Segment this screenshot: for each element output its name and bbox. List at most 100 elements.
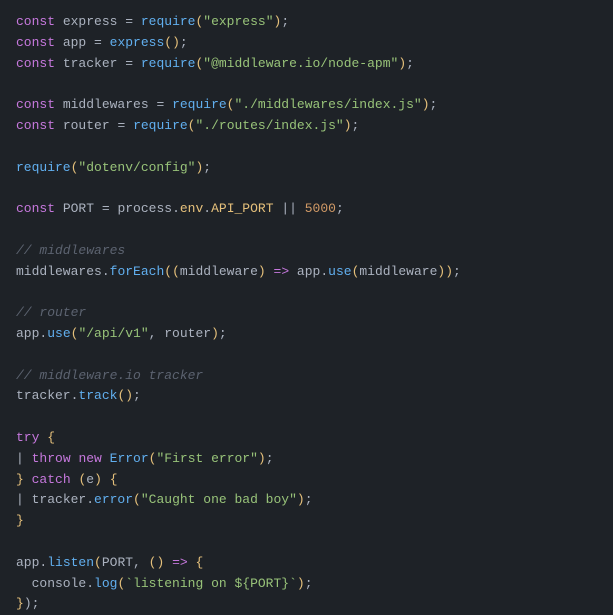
code-line-empty [16,137,597,158]
code-token: ) [211,326,219,341]
code-token: )) [437,264,453,279]
code-token: . [320,264,328,279]
code-token: = [102,201,110,216]
code-token: "./routes/index.js" [195,118,343,133]
code-token: router [55,118,117,133]
code-token: // router [16,305,86,320]
code-token [133,14,141,29]
code-token: // middleware.io tracker [16,368,203,383]
code-token: = [125,56,133,71]
code-token: . [86,492,94,507]
code-token: 5000 [305,201,336,216]
code-token: middlewares [16,264,102,279]
code-token: API_PORT [211,201,273,216]
code-token: = [94,35,102,50]
code-token: { [110,472,118,487]
code-token: require [141,56,196,71]
code-token: ) [258,264,266,279]
code-token: ( [172,264,180,279]
code-line: app.listen(PORT, () => { [16,553,597,574]
code-token: middlewares [55,97,156,112]
code-token: ) [422,97,430,112]
code-line: }); [16,594,597,615]
code-token: ; [133,388,141,403]
code-token: ; [430,97,438,112]
code-token: ( [149,555,157,570]
code-token: ( [117,576,125,591]
code-token [125,118,133,133]
code-token: "express" [203,14,273,29]
code-token: } [16,472,24,487]
code-token: require [172,97,227,112]
code-token: require [16,160,71,175]
code-token: middleware [180,264,258,279]
code-token [133,56,141,71]
code-token: PORT [55,201,102,216]
code-token: } [16,596,24,611]
code-token: process [110,201,172,216]
code-token: . [203,201,211,216]
code-token: ) [398,56,406,71]
code-token: . [86,576,94,591]
code-token: "dotenv/config" [78,160,195,175]
code-token: ) [344,118,352,133]
code-line-empty [16,178,597,199]
code-token: () [164,35,180,50]
code-token: ( [94,555,102,570]
code-token: ; [336,201,344,216]
code-token: => [274,264,290,279]
code-token: ; [352,118,360,133]
code-token: express [110,35,165,50]
code-token: const [16,201,55,216]
code-token: ) [297,492,305,507]
code-token: track [78,388,117,403]
code-token: PORT, [102,555,149,570]
code-line: | throw new Error("First error"); [16,449,597,470]
code-token: | [16,492,32,507]
code-line: const PORT = process.env.API_PORT || 500… [16,199,597,220]
code-token: new [78,451,101,466]
code-token: require [141,14,196,29]
code-line: const middlewares = require("./middlewar… [16,95,597,116]
code-editor: const express = require("express");const… [0,0,613,538]
code-token: use [47,326,70,341]
code-token [102,35,110,50]
code-token: ( [164,264,172,279]
code-line-empty [16,532,597,553]
code-token: "./middlewares/index.js" [234,97,421,112]
code-token: log [94,576,117,591]
code-token: ) [258,451,266,466]
code-line: | tracker.error("Caught one bad boy"); [16,490,597,511]
code-token: "@middleware.io/node-apm" [203,56,398,71]
code-token: ; [203,160,211,175]
code-token: ) [297,576,305,591]
code-token: "Caught one bad boy" [141,492,297,507]
code-token: catch [32,472,71,487]
code-token [102,472,110,487]
code-token: use [328,264,351,279]
code-line: // middlewares [16,241,597,262]
code-token: ; [305,492,313,507]
code-token: error [94,492,133,507]
code-token: { [196,555,204,570]
code-token [164,555,172,570]
code-token: app [289,264,320,279]
code-token [188,555,196,570]
code-line: // router [16,303,597,324]
code-token: ; [281,14,289,29]
code-token: . [39,555,47,570]
code-token: // middlewares [16,243,125,258]
code-line: console.log(`listening on ${PORT}`); [16,574,597,595]
code-token: e [86,472,94,487]
code-line-empty [16,74,597,95]
code-token: tracker [32,492,87,507]
code-token [266,264,274,279]
code-token: Error [110,451,149,466]
code-token: ; [180,35,188,50]
code-token: () [117,388,133,403]
code-line: // middleware.io tracker [16,366,597,387]
code-token: `listening on ${PORT}` [125,576,297,591]
code-token: ; [32,596,40,611]
code-line: app.use("/api/v1", router); [16,324,597,345]
code-token [164,97,172,112]
